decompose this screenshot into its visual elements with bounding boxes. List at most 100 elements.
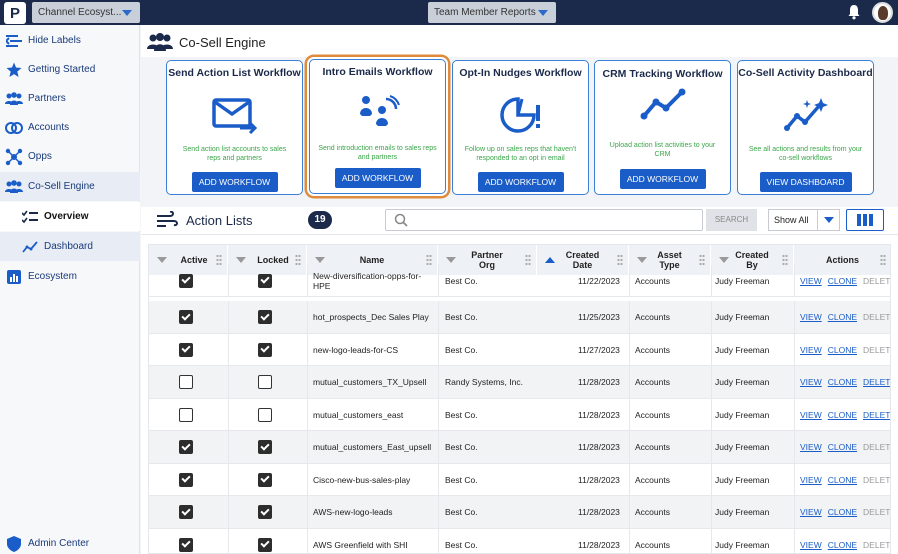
locked-checkbox[interactable] <box>258 310 272 325</box>
locked-checkbox[interactable] <box>258 440 272 455</box>
view-link[interactable]: VIEW <box>800 312 822 322</box>
delete-link[interactable]: DELETE <box>863 410 890 420</box>
sidebar-subitem-dashboard[interactable]: Dashboard <box>0 232 140 261</box>
report-selector[interactable]: Team Member Reports <box>428 2 556 23</box>
clone-link[interactable]: CLONE <box>828 276 857 286</box>
delete-link[interactable]: DELETE <box>863 377 890 387</box>
partner-org-cell: Best Co. <box>445 474 478 485</box>
clone-link[interactable]: CLONE <box>828 442 857 452</box>
column-divider <box>438 366 439 398</box>
sidebar-item-getting-started[interactable]: Getting Started <box>0 55 140 84</box>
column-divider <box>794 333 795 365</box>
bar-chart-icon <box>5 268 23 286</box>
locked-checkbox[interactable] <box>258 537 272 552</box>
show-all-select[interactable]: Show All <box>768 209 840 231</box>
sidebar-item-label: Dashboard <box>44 241 93 252</box>
asset-type-cell: Accounts <box>635 275 670 286</box>
clone-link[interactable]: CLONE <box>828 312 857 322</box>
locked-checkbox[interactable] <box>258 342 272 357</box>
clone-link[interactable]: CLONE <box>828 540 857 550</box>
card-title: Co-Sell Activity Dashboard <box>738 67 873 79</box>
locked-checkbox[interactable] <box>258 472 272 487</box>
sidebar-item-hide-labels[interactable]: Hide Labels <box>0 26 140 55</box>
add-workflow-button[interactable]: ADD WORKFLOW <box>619 169 706 189</box>
add-workflow-button[interactable]: ADD WORKFLOW <box>191 172 278 192</box>
search-button[interactable]: SEARCH <box>706 209 757 231</box>
created-by-cell: Judy Freeman <box>715 275 770 286</box>
column-divider <box>629 264 630 296</box>
sidebar-item-label: Accounts <box>28 122 70 133</box>
columns-button[interactable] <box>846 209 884 231</box>
card-description: Send action list accounts to sales reps … <box>182 146 287 162</box>
view-link[interactable]: VIEW <box>800 276 822 286</box>
active-checkbox[interactable] <box>179 273 193 288</box>
name-cell: Cisco-new-bus-sales-play <box>313 474 411 485</box>
view-dashboard-button[interactable]: VIEW DASHBOARD <box>759 172 852 192</box>
name-cell: mutual_customers_East_upsell <box>313 442 432 453</box>
active-checkbox[interactable] <box>179 342 193 357</box>
clone-link[interactable]: CLONE <box>828 475 857 485</box>
sidebar-item-admin-center[interactable]: Admin Center <box>0 529 140 554</box>
view-link[interactable]: VIEW <box>800 507 822 517</box>
name-cell: new-logo-leads-for-CS <box>313 344 399 355</box>
bell-icon[interactable] <box>846 4 862 20</box>
locked-checkbox[interactable] <box>258 273 272 288</box>
created-date-cell: 11/27/2023 <box>578 344 620 355</box>
sidebar-item-accounts[interactable]: Accounts <box>0 113 140 142</box>
column-divider <box>794 496 795 528</box>
card-title: Opt-In Nudges Workflow <box>459 67 582 79</box>
delete-link: DELETE <box>863 539 891 550</box>
active-checkbox[interactable] <box>179 440 193 455</box>
add-workflow-button[interactable]: ADD WORKFLOW <box>334 168 421 188</box>
search-field[interactable] <box>385 209 703 231</box>
view-link[interactable]: VIEW <box>800 540 822 550</box>
active-checkbox[interactable] <box>179 472 193 487</box>
add-workflow-button[interactable]: ADD WORKFLOW <box>477 172 564 192</box>
name-cell: AWS-new-logo-leads <box>313 507 393 518</box>
view-link[interactable]: VIEW <box>800 410 822 420</box>
locked-checkbox[interactable] <box>258 505 272 520</box>
card-description: See all actions and results from your co… <box>748 146 863 162</box>
chevron-down-icon[interactable] <box>817 210 839 230</box>
opps-icon <box>5 148 23 166</box>
sidebar-item-ecosystem[interactable]: Ecosystem <box>0 262 140 291</box>
view-link[interactable]: VIEW <box>800 442 822 452</box>
column-divider <box>629 301 630 333</box>
partner-org-cell: Best Co. <box>445 275 478 286</box>
created-date-cell: 11/22/2023 <box>578 275 620 286</box>
partner-org-cell: Best Co. <box>445 507 478 518</box>
asset-type-cell: Accounts <box>635 377 670 388</box>
sidebar-subitem-overview[interactable]: Overview <box>0 202 140 231</box>
column-divider <box>794 366 795 398</box>
clone-link[interactable]: CLONE <box>828 410 857 420</box>
top-bar: P Channel Ecosyst... Team Member Reports <box>0 0 898 25</box>
clone-link[interactable]: CLONE <box>828 345 857 355</box>
active-cell <box>179 334 193 367</box>
active-checkbox[interactable] <box>179 310 193 325</box>
view-link[interactable]: VIEW <box>800 475 822 485</box>
active-checkbox[interactable] <box>179 505 193 520</box>
active-cell <box>179 496 193 529</box>
user-avatar[interactable] <box>872 2 893 23</box>
view-link[interactable]: VIEW <box>800 377 822 387</box>
search-input[interactable] <box>414 210 694 231</box>
view-link[interactable]: VIEW <box>800 345 822 355</box>
org-selector[interactable]: Channel Ecosyst... <box>32 2 140 23</box>
clone-link[interactable]: CLONE <box>828 377 857 387</box>
sidebar-item-opps[interactable]: Opps <box>0 142 140 171</box>
active-checkbox[interactable] <box>179 407 193 422</box>
locked-checkbox[interactable] <box>258 407 272 422</box>
created-by-cell: Judy Freeman <box>715 312 770 323</box>
accounts-icon <box>5 119 23 137</box>
column-divider <box>711 463 712 495</box>
sidebar-item-cosell-engine[interactable]: Co-Sell Engine <box>0 172 140 201</box>
app-logo[interactable]: P <box>4 2 26 24</box>
active-checkbox[interactable] <box>179 375 193 390</box>
clone-link[interactable]: CLONE <box>828 507 857 517</box>
column-divider <box>711 333 712 365</box>
locked-checkbox[interactable] <box>258 375 272 390</box>
active-cell <box>179 464 193 497</box>
active-checkbox[interactable] <box>179 537 193 552</box>
created-date-cell: 11/28/2023 <box>578 507 620 518</box>
sidebar-item-partners[interactable]: Partners <box>0 84 140 113</box>
